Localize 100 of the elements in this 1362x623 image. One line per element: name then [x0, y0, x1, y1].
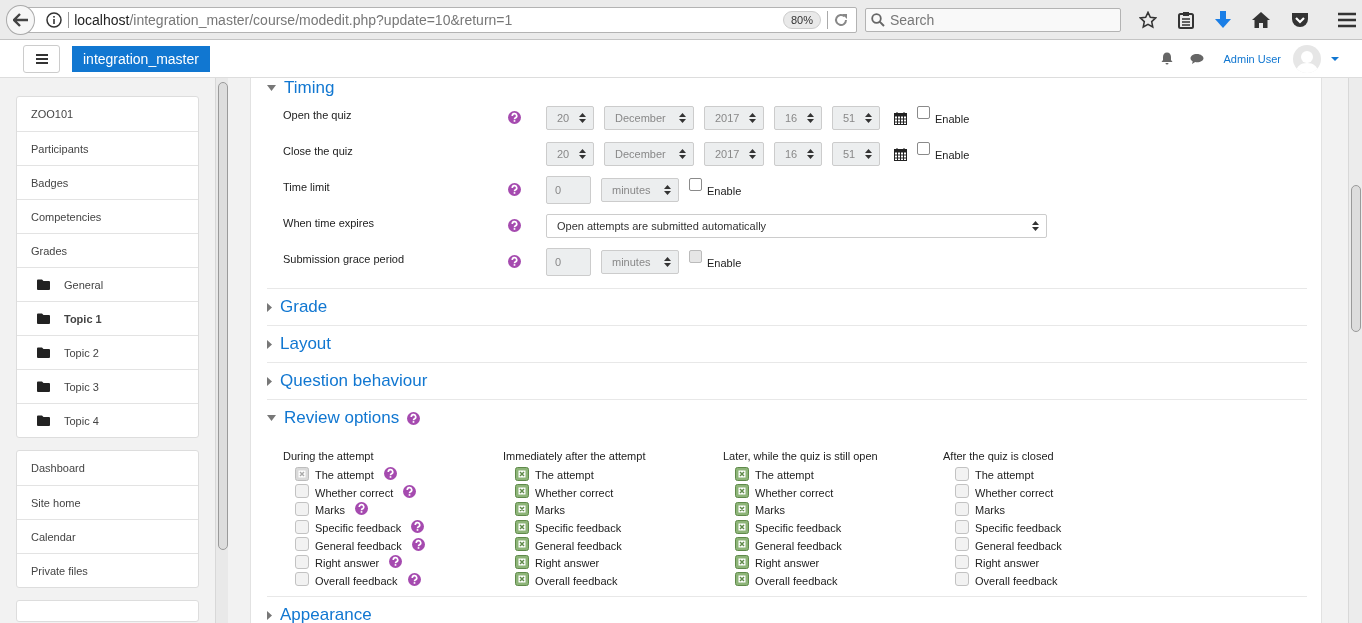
checkbox[interactable] [515, 519, 529, 534]
nav-item[interactable]: Topic 2 [17, 335, 198, 369]
checkbox[interactable] [735, 466, 749, 481]
checkbox-label: The attempt [755, 469, 814, 482]
checkbox[interactable] [295, 502, 309, 516]
reload-icon[interactable] [834, 12, 848, 27]
scrollbar-thumb[interactable] [218, 82, 228, 550]
caret-icon[interactable] [1331, 56, 1339, 61]
drawer-toggle-button[interactable] [23, 44, 60, 73]
nav-item[interactable]: Topic 4 [17, 403, 198, 437]
nav-item[interactable]: Badges [17, 165, 198, 199]
column-heading: After the quiz is closed [943, 450, 1055, 462]
field-label: Close the quiz [283, 144, 354, 157]
section-heading-link[interactable]: Timing [284, 78, 335, 98]
column-heading: During the attempt [283, 450, 375, 462]
nav-item[interactable]: Topic 1 [17, 301, 198, 335]
menu-icon[interactable] [1338, 11, 1356, 28]
nav-item[interactable]: Calendar [17, 519, 198, 553]
checkbox-label: Right answer [755, 557, 820, 570]
download-arrow-icon[interactable] [1215, 10, 1231, 29]
dropdown-select: 20 [546, 142, 594, 166]
checkbox[interactable] [955, 572, 969, 587]
dropdown-select: 51 [832, 142, 880, 166]
nav-item[interactable]: Topic 3 [17, 369, 198, 403]
nav-item[interactable]: Site home [17, 485, 198, 519]
checkbox-label: Enable [707, 256, 742, 269]
user-name-link[interactable]: Admin User [1223, 52, 1281, 65]
scrollbar-thumb[interactable] [1351, 185, 1361, 332]
search-field[interactable]: Search [865, 7, 1121, 32]
dropdown-select: 2017 [704, 106, 764, 130]
dropdown-select: 2017 [704, 142, 764, 166]
checkbox[interactable] [955, 466, 969, 481]
nav-item[interactable]: Dashboard [17, 451, 198, 485]
checkbox[interactable] [735, 519, 749, 534]
checkbox-label: Overall feedback [315, 574, 398, 587]
checkbox[interactable] [955, 554, 969, 569]
dropdown-select: minutes [601, 250, 679, 274]
checkbox-label: General feedback [535, 539, 622, 552]
back-button[interactable] [6, 4, 36, 35]
checkbox[interactable] [955, 484, 969, 499]
checkbox-label: Overall feedback [535, 574, 618, 587]
checkbox[interactable] [515, 554, 529, 569]
calendar-icon[interactable] [894, 111, 907, 125]
checkbox-label: Right answer [315, 557, 380, 570]
dropdown-arrows-icon [679, 149, 686, 159]
checkbox[interactable] [295, 484, 309, 499]
checkbox[interactable] [295, 572, 309, 587]
pocket-icon[interactable] [1291, 11, 1309, 28]
checkbox-label: General feedback [755, 539, 842, 552]
chat-bubble-icon[interactable] [1189, 52, 1204, 65]
checkbox[interactable] [515, 502, 529, 516]
bell-icon[interactable] [1160, 52, 1173, 65]
dropdown-select: 20 [546, 106, 594, 130]
clipboard-icon[interactable] [1178, 10, 1194, 29]
checkbox-label: The attempt [315, 469, 374, 482]
checkbox[interactable] [295, 537, 309, 552]
section-heading-link[interactable]: Question behaviour [280, 371, 428, 391]
home-icon[interactable] [1252, 11, 1270, 28]
checkbox[interactable] [735, 537, 749, 552]
checkbox[interactable] [515, 537, 529, 552]
star-icon[interactable] [1139, 10, 1157, 29]
site-name-button[interactable]: integration_master [72, 45, 210, 72]
checkbox[interactable] [735, 502, 749, 516]
checkbox[interactable] [295, 554, 309, 569]
checkbox[interactable] [515, 484, 529, 499]
checkbox-label: Specific feedback [975, 522, 1062, 535]
dropdown-arrows-icon [807, 149, 814, 159]
dropdown-select: 51 [832, 106, 880, 130]
checkbox[interactable] [955, 537, 969, 552]
zoom-button[interactable]: 80% [782, 10, 821, 29]
nav-item[interactable]: General [17, 267, 198, 301]
dropdown-select[interactable]: Open attempts are submitted automatically [546, 214, 1047, 238]
section-heading-link[interactable]: Layout [280, 334, 332, 354]
checkbox[interactable] [955, 502, 969, 516]
field-label: Submission grace period [283, 252, 406, 265]
checkbox[interactable] [955, 519, 969, 534]
dropdown-arrows-icon [679, 113, 686, 123]
nav-item[interactable]: Private files [17, 553, 198, 587]
number-field: 0 [546, 248, 591, 276]
checkbox-label: Enable [707, 184, 742, 197]
checkbox-label: Right answer [535, 557, 600, 570]
info-icon[interactable] [46, 11, 63, 28]
nav-item[interactable]: Grades [17, 233, 198, 267]
checkbox[interactable] [295, 519, 309, 534]
nav-item[interactable]: ZOO101 [17, 97, 198, 131]
folder-icon [37, 415, 50, 426]
section-heading-link[interactable]: Review options [284, 408, 400, 428]
section-heading-link[interactable]: Grade [280, 297, 328, 317]
nav-item[interactable]: Participants [17, 131, 198, 165]
checkbox[interactable] [735, 554, 749, 569]
folder-icon [37, 347, 50, 358]
section-heading-link[interactable]: Appearance [280, 605, 372, 623]
checkbox[interactable] [735, 484, 749, 499]
folder-icon [37, 381, 50, 392]
checkbox[interactable] [735, 572, 749, 587]
checkbox[interactable] [515, 466, 529, 481]
checkbox[interactable] [515, 572, 529, 587]
nav-item[interactable]: Competencies [17, 199, 198, 233]
url-text[interactable]: localhost/integration_master/course/modedit.php?update=10&return=1 [68, 11, 777, 28]
field-label: When time expires [283, 216, 376, 229]
